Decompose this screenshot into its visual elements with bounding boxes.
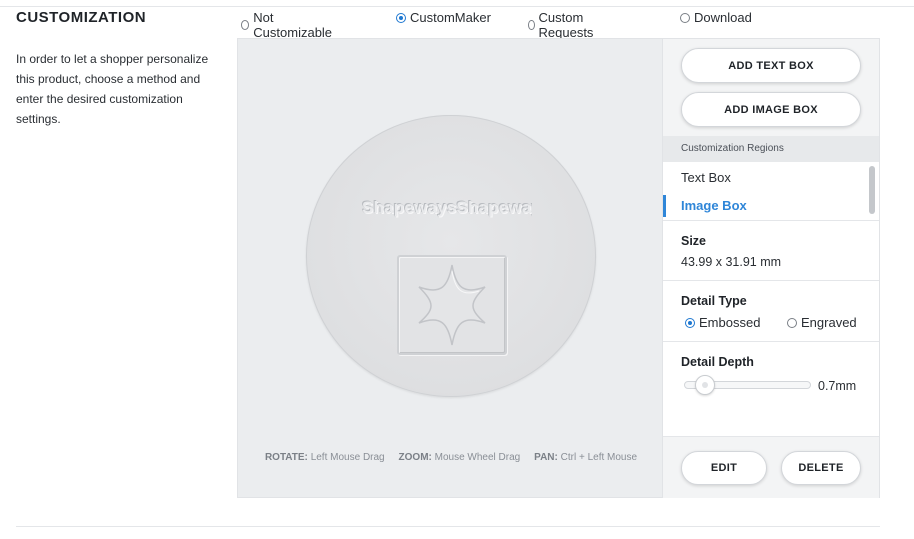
delete-button[interactable]: DELETE bbox=[781, 451, 861, 485]
pan-hint-value: Ctrl + Left Mouse bbox=[560, 452, 638, 463]
radio-circle-icon[interactable] bbox=[787, 317, 797, 328]
detail-depth-label: Detail Depth bbox=[681, 355, 754, 369]
detail-type-option-label: Engraved bbox=[801, 315, 857, 330]
section-title: CUSTOMIZATION bbox=[16, 9, 147, 26]
add-image-box-button[interactable]: ADD IMAGE BOX bbox=[681, 92, 861, 127]
detail-type-option-label: Embossed bbox=[699, 315, 761, 330]
method-label: Download bbox=[694, 10, 752, 25]
regions-list: Text Box Image Box bbox=[663, 162, 879, 220]
detail-type-section: Detail Type Embossed Engraved bbox=[663, 280, 879, 342]
add-text-box-button[interactable]: ADD TEXT BOX bbox=[681, 48, 861, 83]
pan-hint-key: PAN: bbox=[534, 452, 558, 463]
radio-checked-icon[interactable] bbox=[685, 317, 695, 328]
radio-circle-icon[interactable] bbox=[528, 20, 535, 30]
detail-type-embossed[interactable]: Embossed bbox=[685, 315, 760, 330]
radio-circle-icon[interactable] bbox=[241, 20, 250, 30]
star-icon bbox=[418, 264, 486, 346]
region-item-text-box[interactable]: Text Box bbox=[663, 164, 868, 192]
size-section: Size 43.99 x 31.91 mm bbox=[663, 220, 879, 281]
regions-scrollbar-thumb[interactable] bbox=[869, 166, 875, 214]
top-divider bbox=[0, 6, 914, 7]
detail-depth-value: 0.7mm bbox=[818, 379, 857, 393]
embossed-text-preview: ShapewaysShapeways bbox=[362, 198, 532, 217]
rotate-hint-key: ROTATE: bbox=[264, 452, 308, 463]
detail-depth-slider-thumb[interactable] bbox=[695, 375, 715, 395]
region-item-image-box[interactable]: Image Box bbox=[663, 192, 868, 220]
method-label: Not Customizable bbox=[253, 10, 333, 40]
zoom-hint-value: Mouse Wheel Drag bbox=[434, 452, 521, 463]
radio-checked-icon[interactable] bbox=[396, 12, 406, 23]
embossed-image-preview bbox=[397, 255, 507, 355]
rotate-hint-value: Left Mouse Drag bbox=[310, 452, 385, 463]
detail-type-engraved[interactable]: Engraved bbox=[787, 315, 857, 330]
method-download[interactable]: Download bbox=[680, 10, 752, 25]
bottom-divider bbox=[16, 526, 880, 527]
method-label: CustomMaker bbox=[410, 10, 491, 25]
method-custom-requests[interactable]: Custom Requests bbox=[528, 10, 597, 40]
size-label: Size bbox=[681, 234, 707, 248]
regions-header: Customization Regions bbox=[663, 136, 879, 162]
size-value: 43.99 x 31.91 mm bbox=[681, 255, 782, 269]
zoom-hint-key: ZOOM: bbox=[398, 452, 432, 463]
method-custommaker[interactable]: CustomMaker bbox=[396, 10, 491, 25]
viewer-controls-hint: ROTATE: Left Mouse Drag ZOOM: Mouse Whee… bbox=[252, 448, 650, 468]
method-not-customizable[interactable]: Not Customizable bbox=[241, 10, 334, 40]
method-label: Custom Requests bbox=[538, 10, 594, 40]
section-description: In order to let a shopper personalize th… bbox=[16, 52, 209, 126]
detail-type-label: Detail Type bbox=[681, 294, 747, 308]
edit-button[interactable]: EDIT bbox=[681, 451, 767, 485]
radio-circle-icon[interactable] bbox=[680, 12, 690, 23]
